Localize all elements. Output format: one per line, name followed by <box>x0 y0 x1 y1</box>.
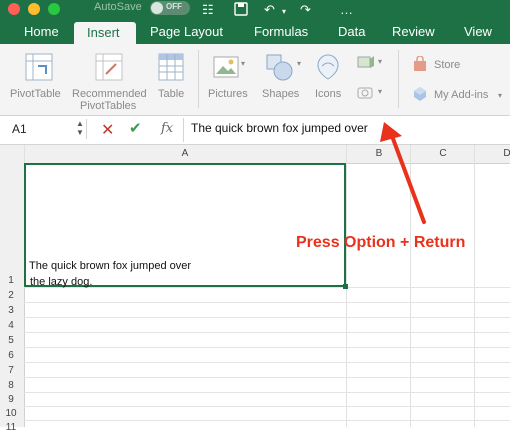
3d-models-dropdown-icon[interactable]: ▾ <box>378 56 382 68</box>
ribbon-separator <box>198 50 199 108</box>
row-line <box>24 332 510 333</box>
fill-handle[interactable] <box>343 284 348 289</box>
save-icon[interactable] <box>234 2 248 19</box>
3d-models-icon[interactable] <box>356 54 376 75</box>
row-line <box>24 377 510 378</box>
shapes-dropdown-icon[interactable]: ▾ <box>297 58 301 70</box>
row-line <box>24 317 510 318</box>
column-header-d[interactable]: D <box>475 148 510 159</box>
pictures-dropdown-icon[interactable]: ▾ <box>241 58 245 70</box>
insert-function-button[interactable]: fx <box>161 121 173 136</box>
minimize-window-icon[interactable] <box>28 3 40 15</box>
annotation-text: Press Option + Return <box>296 234 466 251</box>
row-header-9[interactable]: 9 <box>0 394 22 405</box>
autosave-label: AutoSave <box>94 1 142 13</box>
undo-dropdown-icon[interactable]: ▾ <box>282 4 286 19</box>
row-line <box>24 406 510 407</box>
row-header-1[interactable]: 1 <box>0 275 22 286</box>
tab-data[interactable]: Data <box>338 24 365 39</box>
row-line <box>24 362 510 363</box>
sidebar-icon[interactable]: ☷ <box>202 2 214 17</box>
pictures-icon[interactable] <box>213 56 239 83</box>
enter-check-icon[interactable]: ✔ <box>129 119 142 137</box>
ribbon-separator <box>398 50 399 108</box>
tab-view[interactable]: View <box>464 24 492 39</box>
recommended-pivottables-icon[interactable] <box>94 52 124 87</box>
tab-review[interactable]: Review <box>392 24 435 39</box>
column-divider <box>474 145 475 427</box>
row-line <box>24 287 510 288</box>
cell-a1-text-line2: the lazy dog. <box>30 276 93 288</box>
recommended-label-line2[interactable]: PivotTables <box>80 100 136 112</box>
formula-input[interactable]: The quick brown fox jumped over <box>191 121 368 135</box>
more-icon[interactable]: … <box>340 2 353 17</box>
toggle-knob <box>151 2 163 14</box>
pivottable-label[interactable]: PivotTable <box>10 88 61 100</box>
annotation-arrow <box>380 122 426 224</box>
tab-home[interactable]: Home <box>24 24 59 39</box>
row-header-10[interactable]: 10 <box>0 408 22 419</box>
cell-a1-text-line1: The quick brown fox jumped over <box>29 260 192 272</box>
name-box-value: A1 <box>12 122 27 136</box>
tab-page-layout[interactable]: Page Layout <box>150 24 223 39</box>
store-label[interactable]: Store <box>434 59 460 71</box>
pictures-label[interactable]: Pictures <box>208 88 248 100</box>
row-line <box>24 392 510 393</box>
name-box-stepper-icon[interactable]: ▲ ▼ <box>76 119 84 137</box>
row-line <box>24 302 510 303</box>
undo-icon[interactable]: ↶ <box>264 2 275 17</box>
table-label[interactable]: Table <box>158 88 184 100</box>
row-header-8[interactable]: 8 <box>0 380 22 391</box>
row-header-2[interactable]: 2 <box>0 290 22 301</box>
screenshot-dropdown-icon[interactable]: ▾ <box>378 86 382 98</box>
shapes-icon[interactable] <box>264 52 294 87</box>
zoom-window-icon[interactable] <box>48 3 60 15</box>
row-header-5[interactable]: 5 <box>0 335 22 346</box>
row-header-4[interactable]: 4 <box>0 320 22 331</box>
table-icon[interactable] <box>158 52 184 87</box>
screenshot-icon[interactable] <box>356 84 376 105</box>
my-addins-icon[interactable] <box>412 86 428 107</box>
name-box[interactable]: A1 ▲ ▼ <box>2 119 87 139</box>
pivottable-icon[interactable] <box>24 52 54 87</box>
close-window-icon[interactable] <box>8 3 20 15</box>
my-addins-label[interactable]: My Add-ins <box>434 89 488 101</box>
shapes-label[interactable]: Shapes <box>262 88 299 100</box>
row-header-3[interactable]: 3 <box>0 305 22 316</box>
row-header-6[interactable]: 6 <box>0 350 22 361</box>
ribbon: PivotTable Recommended PivotTables Table… <box>0 44 510 116</box>
redo-icon[interactable]: ↷ <box>300 2 311 17</box>
autosave-state: OFF <box>166 2 182 11</box>
row-line <box>24 347 510 348</box>
cancel-icon[interactable]: ✕ <box>101 120 114 140</box>
autosave-toggle[interactable]: OFF <box>150 1 190 15</box>
formula-separator <box>183 118 184 142</box>
tab-formulas[interactable]: Formulas <box>254 24 308 39</box>
icons-label[interactable]: Icons <box>315 88 341 100</box>
row-header-7[interactable]: 7 <box>0 365 22 376</box>
row-header-11[interactable]: 11 <box>0 422 22 433</box>
column-header-a[interactable]: A <box>24 148 346 159</box>
store-icon[interactable] <box>412 55 428 77</box>
title-bar: AutoSave OFF ☷ ↶ ▾ ↷ … <box>0 0 510 20</box>
my-addins-dropdown-icon[interactable]: ▾ <box>498 90 502 102</box>
recommended-label-line1[interactable]: Recommended <box>72 88 147 100</box>
icons-icon[interactable] <box>314 52 342 87</box>
row-line <box>24 420 510 421</box>
tab-insert-label: Insert <box>87 25 120 40</box>
row-headers: 1 2 3 4 5 6 7 8 9 10 11 <box>0 163 25 433</box>
tab-insert[interactable]: Insert <box>74 22 136 44</box>
